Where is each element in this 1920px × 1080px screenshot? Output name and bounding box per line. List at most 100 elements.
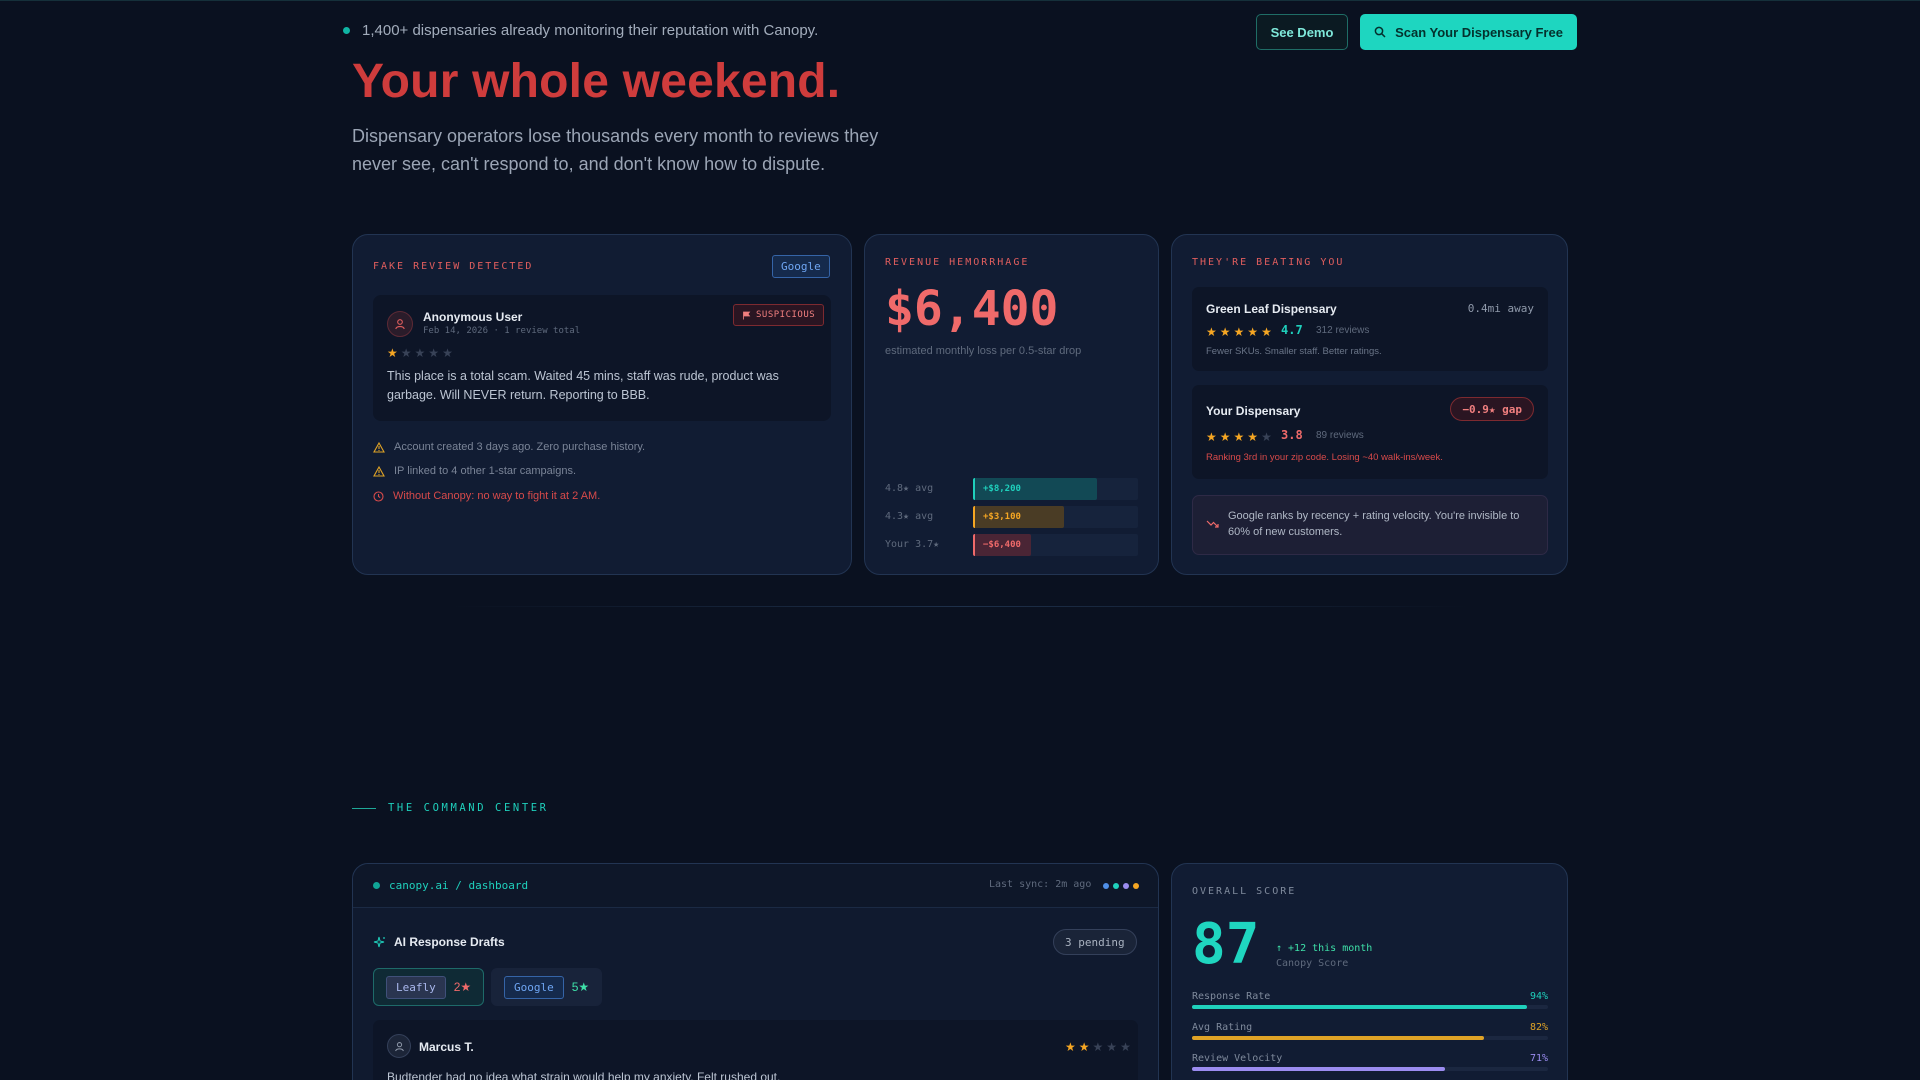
metric-value: 94% [1529,991,1548,1002]
competitor-name: Green Leaf Dispensary [1206,302,1337,316]
star-empty-icon: ★ [1120,1040,1131,1054]
search-icon [1374,26,1386,38]
breadcrumb-text: canopy.ai / dashboard [389,879,529,892]
signal-text: IP linked to 4 other 1-star campaigns. [394,465,577,477]
section-label-text: THE COMMAND CENTER [388,802,549,814]
metric-fill [1192,1005,1527,1009]
signal-text: Account created 3 days ago. Zero purchas… [394,441,646,453]
breadcrumb[interactable]: canopy.ai / dashboard [373,879,528,892]
bar-track: +$8,200 [973,478,1138,500]
section-label-line [352,807,376,809]
metric-row: Avg Rating 82% [1192,1022,1548,1042]
star-empty-icon: ★ [400,346,412,360]
ranking-insight: Google ranks by recency + rating velocit… [1192,495,1548,555]
star-filled-icon: ★ [1219,325,1231,339]
bar-label: Your 3.7★ [885,539,940,550]
star-filled-icon: ★ [1233,325,1245,339]
review-stars: ★ ★ ★ ★ ★ [387,346,456,360]
dashboard-card: canopy.ai / dashboard Last sync: 2m ago … [352,863,1159,1080]
revenue-card: REVENUE HEMORRHAGE $6,400 estimated mont… [864,234,1159,575]
star-filled-icon: ★ [1206,430,1217,444]
metric-value: 71% [1529,1053,1548,1064]
hero-title: Your whole weekend. [352,55,841,108]
window-dots [1103,883,1143,889]
review-box: Anonymous User Feb 14, 2026 · 1 review t… [373,295,831,421]
review-text: This place is a total scam. Waited 45 mi… [387,369,779,402]
your-dispensary-name: Your Dispensary [1206,404,1301,418]
flag-icon [743,311,751,319]
star-filled-icon: ★ [1219,430,1231,444]
dot-blue [1103,883,1109,889]
revenue-bar-row: 4.8★ avg +$8,200 [885,478,1140,500]
metric-track [1192,1005,1548,1009]
star-filled-icon: ★ [1233,430,1245,444]
loss-amount: $6,400 [885,281,1059,337]
top-border [0,0,1920,1]
star-empty-icon: ★ [1092,1040,1104,1054]
tab-google-tag: Google [504,975,564,999]
insight-text: Google ranks by recency + rating velocit… [1228,510,1520,538]
draft-stars: ★ ★ ★ ★ ★ [1065,1040,1134,1054]
metric-track [1192,1067,1548,1071]
bar-label: 4.8★ avg [885,483,934,494]
bar-track: +$3,100 [973,506,1138,528]
star-filled-icon: ★ [1261,325,1272,339]
competitor-card: THEY'RE BEATING YOU Green Leaf Dispensar… [1171,234,1568,575]
signal-item: IP linked to 4 other 1-star campaigns. [373,465,576,477]
suspicious-badge: SUSPICIOUS [733,304,825,326]
loss-caption: estimated monthly loss per 0.5-star drop [885,345,1082,357]
top-bar: 1,400+ dispensaries already monitoring t… [343,14,1577,50]
dashboard-header: canopy.ai / dashboard Last sync: 2m ago [353,864,1158,908]
rating-gap-badge: −0.9★ gap [1450,397,1534,421]
your-review-count: 89 reviews [1316,430,1364,441]
bar-fill: +$8,200 [973,478,1097,500]
status-dot [373,882,380,889]
star-filled-icon: ★ [1065,1040,1076,1054]
section-divider [450,606,1470,607]
star-filled-icon: ★ [1247,430,1259,444]
clock-icon [373,490,384,502]
card-label: OVERALL SCORE [1192,886,1297,897]
score-caption: Canopy Score [1276,958,1349,969]
tab-google-rating: 5★ [571,980,590,994]
section-label: THE COMMAND CENTER [352,802,549,814]
metric-label: Response Rate [1192,991,1271,1002]
tab-leafly[interactable]: Leafly 2★ [373,968,485,1006]
tab-google[interactable]: Google 5★ [491,968,603,1006]
competitor-row: Green Leaf Dispensary 0.4mi away ★ ★ ★ ★ ★ 4… [1192,287,1548,371]
star-filled-icon: ★ [1247,325,1259,339]
metric-track [1192,1036,1548,1040]
warning-icon [373,465,385,477]
drafts-title: AI Response Drafts [373,935,505,949]
signal-text: Without Canopy: no way to fight it at 2 … [393,490,601,502]
competitor-distance: 0.4mi away [1467,302,1534,315]
bar-label: 4.3★ avg [885,511,934,522]
sparkle-icon [373,936,385,947]
competitor-review-count: 312 reviews [1316,325,1370,336]
signal-item: Without Canopy: no way to fight it at 2 … [373,490,600,502]
suspicious-label: SUSPICIOUS [756,310,816,320]
star-empty-icon: ★ [428,346,440,360]
competitor-stars: ★ ★ ★ ★ ★ [1206,325,1275,339]
card-label: FAKE REVIEW DETECTED [373,261,534,272]
draft-review-item[interactable]: Marcus T. ★ ★ ★ ★ ★ Budtender had no idea wh… [373,1020,1138,1080]
star-empty-icon: ★ [414,346,426,360]
scan-dispensary-button[interactable]: Scan Your Dispensary Free [1360,14,1577,50]
reviewer-name: Anonymous User [423,310,523,324]
pending-count-badge: 3 pending [1053,929,1137,955]
review-meta: Feb 14, 2026 · 1 review total [423,326,581,336]
your-stars: ★ ★ ★ ★ ★ [1206,430,1275,444]
drafts-title-text: AI Response Drafts [394,935,505,949]
user-icon [394,1041,404,1051]
overall-score-card: OVERALL SCORE 87 ↑ +12 this month Canopy… [1171,863,1568,1080]
star-empty-icon: ★ [442,346,453,360]
star-filled-icon: ★ [1206,325,1217,339]
star-empty-icon: ★ [1261,430,1272,444]
user-icon [395,319,405,330]
revenue-bar-row: Your 3.7★ −$6,400 [885,534,1140,556]
star-filled-icon: ★ [1078,1040,1090,1054]
metric-label: Review Velocity [1192,1053,1283,1064]
status-dot [343,27,350,34]
see-demo-button[interactable]: See Demo [1256,14,1348,50]
star-filled-icon: ★ [387,346,398,360]
